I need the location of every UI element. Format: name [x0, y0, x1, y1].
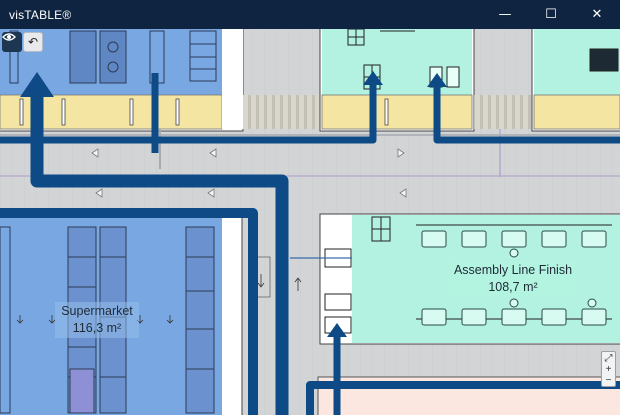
aisle-top-mid [321, 94, 473, 130]
factory-layout-drawing [0, 29, 620, 415]
zoom-in-button[interactable]: + [606, 364, 612, 375]
supermarket-area-size: 116,3 m² [72, 321, 122, 335]
crosswalk-top [243, 95, 323, 129]
supermarket-area-label: Supermarket 116,3 m² [55, 302, 139, 338]
minimize-button[interactable]: — [482, 0, 528, 29]
maximize-button[interactable]: ☐ [528, 0, 574, 29]
aisle-top-right [533, 94, 620, 130]
view-mode-button[interactable] [2, 32, 22, 52]
undo-icon: ↶ [27, 35, 39, 49]
zone-top-left-margin [222, 29, 243, 129]
assembly-area-label: Assembly Line Finish 108,7 m² [449, 261, 577, 297]
crosswalk-top-right [474, 95, 534, 129]
assembly-area-size: 108,7 m² [488, 280, 538, 294]
title-bar: visTABLE® — ☐ ✕ [0, 0, 620, 29]
supermarket-area-name: Supermarket [61, 304, 133, 318]
zoom-fit-button[interactable]: ⤢ [605, 353, 613, 364]
eye-icon [2, 33, 16, 41]
close-button[interactable]: ✕ [574, 0, 620, 29]
zoom-out-button[interactable]: − [606, 375, 612, 386]
shelf-top-right [589, 48, 619, 72]
assembly-area-name: Assembly Line Finish [453, 263, 573, 277]
layout-canvas[interactable]: ↶ Assembly Line Finish 108,7 m² Supermar… [0, 29, 620, 415]
app-title: visTABLE® [9, 7, 72, 22]
zoom-control: ⤢ + − [601, 351, 616, 387]
window-controls: — ☐ ✕ [482, 0, 620, 29]
undo-button[interactable]: ↶ [23, 32, 43, 52]
